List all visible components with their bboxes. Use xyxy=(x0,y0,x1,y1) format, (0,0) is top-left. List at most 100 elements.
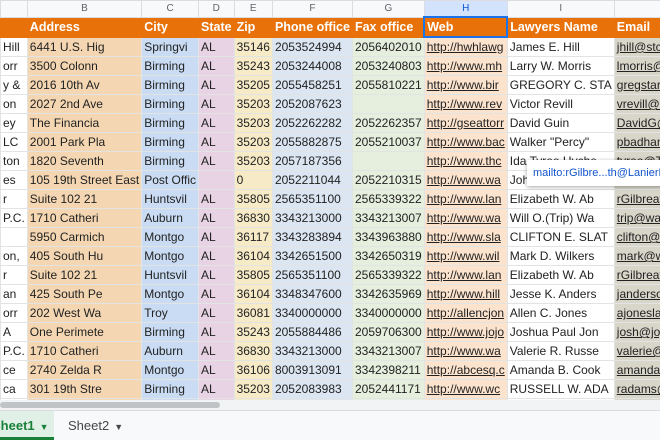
table-cell[interactable]: http://www.mh xyxy=(424,57,507,76)
table-cell[interactable]: 35205 xyxy=(234,76,272,95)
table-cell[interactable]: ca xyxy=(1,380,28,399)
table-cell[interactable]: RUSSELL W. ADA xyxy=(507,380,614,399)
table-cell[interactable]: http://www.rev xyxy=(424,95,507,114)
table-cell[interactable]: 3343213007 xyxy=(352,209,424,228)
table-cell[interactable]: 35805 xyxy=(234,266,272,285)
table-cell[interactable] xyxy=(199,171,235,190)
table-cell[interactable]: AL xyxy=(199,190,235,209)
column-letter[interactable]: G xyxy=(352,1,424,18)
table-cell[interactable]: 36830 xyxy=(234,342,272,361)
table-cell[interactable]: AL xyxy=(199,323,235,342)
table-cell[interactable]: 405 South Hu xyxy=(27,247,141,266)
table-cell[interactable]: Valerie R. Russe xyxy=(507,342,614,361)
table-cell[interactable]: 2016 10th Av xyxy=(27,76,141,95)
table-cell[interactable]: http://www.sla xyxy=(424,228,507,247)
table-cell[interactable]: Springvi xyxy=(142,37,199,57)
table-cell[interactable]: 8003913091 xyxy=(272,361,352,380)
table-cell[interactable]: 3348347600 xyxy=(272,285,352,304)
table-cell[interactable]: rGilbreath@LanierFor xyxy=(614,190,660,209)
table-cell[interactable]: http://gseattorr xyxy=(424,114,507,133)
table-cell[interactable]: gregstarkey@gmail.com xyxy=(614,76,660,95)
table-cell[interactable]: Suite 102 21 xyxy=(27,190,141,209)
table-cell[interactable]: radams@wcqp.com xyxy=(614,380,660,399)
table-cell[interactable]: Hill xyxy=(1,37,28,57)
field-header-cell[interactable]: Zip xyxy=(234,17,272,37)
table-cell[interactable]: 2052083983 xyxy=(272,380,352,399)
table-cell[interactable]: James E. Hill xyxy=(507,37,614,57)
table-cell[interactable]: 36830 xyxy=(234,209,272,228)
table-cell[interactable]: A xyxy=(1,323,28,342)
table-cell[interactable]: P.C. xyxy=(1,209,28,228)
table-cell[interactable]: 36104 xyxy=(234,247,272,266)
table-cell[interactable]: 1710 Catheri xyxy=(27,209,141,228)
field-header-cell[interactable]: Web xyxy=(424,17,507,37)
table-cell[interactable]: r xyxy=(1,190,28,209)
table-cell[interactable]: on xyxy=(1,95,28,114)
table-cell[interactable]: Suite 102 21 xyxy=(27,266,141,285)
table-cell[interactable]: http://abcesq.c xyxy=(424,361,507,380)
table-cell[interactable]: Troy xyxy=(142,304,199,323)
table-cell[interactable]: Montgo xyxy=(142,247,199,266)
table-cell[interactable]: 3340000000 xyxy=(352,304,424,323)
table-cell[interactable] xyxy=(352,152,424,171)
column-letter[interactable]: D xyxy=(199,1,235,18)
table-cell[interactable]: Auburn xyxy=(142,342,199,361)
table-cell[interactable]: http://www.wil xyxy=(424,247,507,266)
horizontal-scrollbar[interactable] xyxy=(0,400,660,410)
table-cell[interactable]: 2565351100 xyxy=(272,266,352,285)
table-cell[interactable]: on, xyxy=(1,247,28,266)
table-cell[interactable]: vrevill@revilllawfirm. xyxy=(614,95,660,114)
table-cell[interactable]: 6441 U.S. Hig xyxy=(27,37,141,57)
table-cell[interactable]: 2052087623 xyxy=(272,95,352,114)
table-cell[interactable]: Jesse K. Anders xyxy=(507,285,614,304)
table-cell[interactable]: Huntsvil xyxy=(142,266,199,285)
table-cell[interactable]: valerie@waltonlaw.ne xyxy=(614,342,660,361)
table-cell[interactable]: CLIFTON E. SLAT xyxy=(507,228,614,247)
table-cell[interactable]: 3340000000 xyxy=(272,304,352,323)
table-cell[interactable]: clifton@slatenlaw.com xyxy=(614,228,660,247)
column-letter[interactable] xyxy=(1,1,28,18)
table-cell[interactable]: Birming xyxy=(142,114,199,133)
table-cell[interactable]: ey xyxy=(1,114,28,133)
table-cell[interactable]: AL xyxy=(199,285,235,304)
table-cell[interactable]: pbadham@badhamb xyxy=(614,133,660,152)
table-cell[interactable]: 2001 Park Pla xyxy=(27,133,141,152)
table-cell[interactable]: Montgo xyxy=(142,361,199,380)
table-cell[interactable]: AL xyxy=(199,152,235,171)
table-cell[interactable]: 2052262357 xyxy=(352,114,424,133)
table-cell[interactable]: 3342651500 xyxy=(272,247,352,266)
link-preview-tooltip[interactable]: mailto:rGilbre...th@LanierFord.com xyxy=(527,160,660,186)
table-cell[interactable]: http://www.wc xyxy=(424,380,507,399)
table-cell[interactable]: The Financia xyxy=(27,114,141,133)
table-cell[interactable]: ton xyxy=(1,152,28,171)
table-cell[interactable]: Allen C. Jones xyxy=(507,304,614,323)
table-cell[interactable]: AL xyxy=(199,361,235,380)
table-cell[interactable]: mark@wilkersonbrya xyxy=(614,247,660,266)
table-cell[interactable]: josh@jojoneslaw.com xyxy=(614,323,660,342)
table-cell[interactable]: amanda@abcesq.com xyxy=(614,361,660,380)
table-cell[interactable]: trip@waltonlaw.net xyxy=(614,209,660,228)
table-cell[interactable]: LC xyxy=(1,133,28,152)
table-cell[interactable]: AL xyxy=(199,380,235,399)
table-cell[interactable]: AL xyxy=(199,209,235,228)
table-cell[interactable]: 35243 xyxy=(234,323,272,342)
table-cell[interactable]: DavidG@gseattorney. xyxy=(614,114,660,133)
table-cell[interactable]: 36104 xyxy=(234,285,272,304)
field-header-cell[interactable]: Lawyers Name xyxy=(507,17,614,37)
table-cell[interactable]: 35203 xyxy=(234,380,272,399)
table-cell[interactable]: Elizabeth W. Ab xyxy=(507,190,614,209)
table-cell[interactable]: 2056402010 xyxy=(352,37,424,57)
table-cell[interactable]: 2057187356 xyxy=(272,152,352,171)
table-cell[interactable]: Walker "Percy" xyxy=(507,133,614,152)
field-header-cell[interactable]: Phone office xyxy=(272,17,352,37)
table-cell[interactable]: 2052211044 xyxy=(272,171,352,190)
table-cell[interactable]: 35203 xyxy=(234,95,272,114)
table-cell[interactable]: 2055210037 xyxy=(352,133,424,152)
table-cell[interactable]: 5950 Carmich xyxy=(27,228,141,247)
table-cell[interactable]: David Guin xyxy=(507,114,614,133)
table-cell[interactable]: 35203 xyxy=(234,152,272,171)
table-cell[interactable]: 1710 Catheri xyxy=(27,342,141,361)
column-letter[interactable]: E xyxy=(234,1,272,18)
caret-down-icon[interactable]: ▼ xyxy=(40,422,49,432)
table-cell[interactable]: Will O.(Trip) Wa xyxy=(507,209,614,228)
